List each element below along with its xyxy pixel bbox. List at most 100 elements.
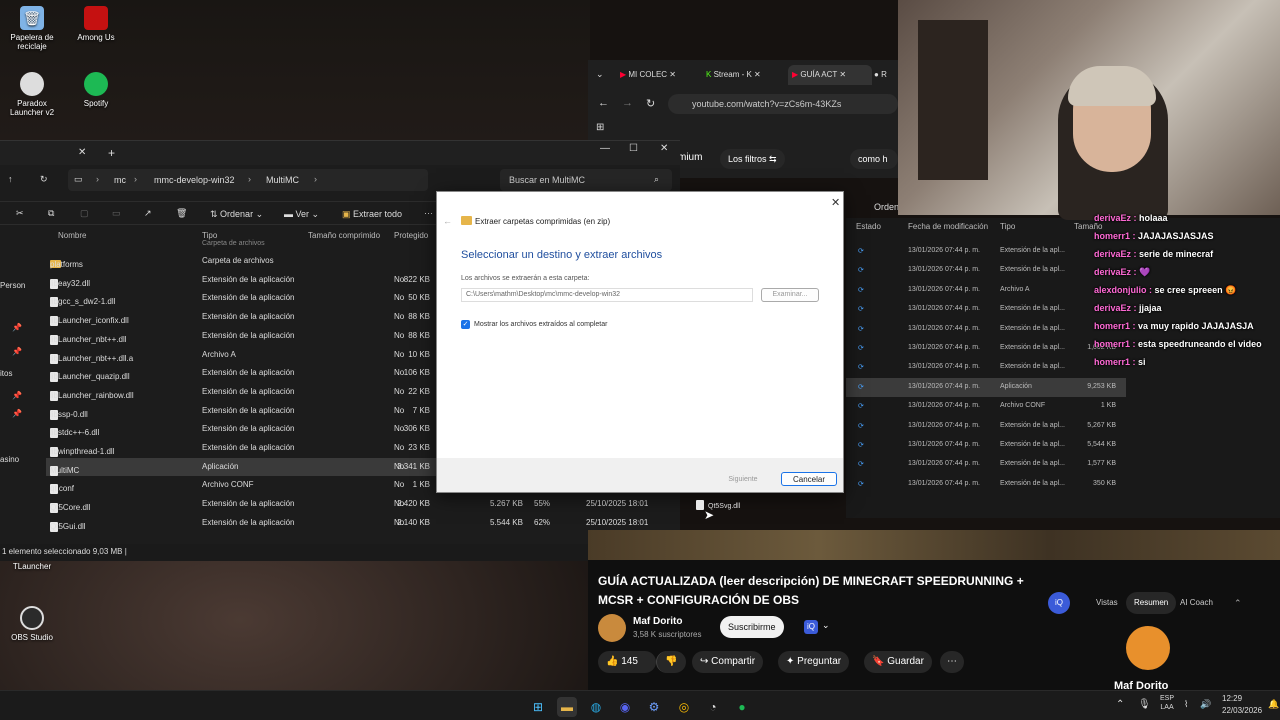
chevron-down-icon[interactable]: ⌄ [822, 620, 830, 631]
rename-icon[interactable]: ▭ [112, 208, 121, 219]
desktop-icon-among-us[interactable]: Among Us [66, 6, 126, 42]
share-button[interactable]: ↪ Compartir [692, 651, 764, 673]
more-button[interactable]: ··· [424, 208, 433, 218]
breadcrumb[interactable]: ▭ › mc › mmc-develop-win32 › MultiMC › [68, 169, 428, 191]
desktop-icon-recycle-bin[interactable]: 🗑 Papelera de reciclaje [2, 6, 62, 51]
table-row[interactable]: ⟳ 13/01/2026 07:44 p. m. Extensión de la a… [846, 475, 1126, 494]
chat-username[interactable]: derivaEz : [1094, 213, 1137, 223]
browser-tab-active[interactable]: ▶ GUÍA ACT ✕ [788, 65, 872, 85]
col-status[interactable]: Estado [856, 222, 881, 231]
copy-icon[interactable]: ⧉ [48, 208, 54, 219]
cut-icon[interactable]: ✂ [16, 208, 24, 219]
spotify-taskbar-icon[interactable]: ● [732, 697, 752, 717]
trailing-file-row[interactable]: Qt5Svg.dll [696, 500, 740, 510]
steam-icon[interactable]: ◍ [586, 697, 606, 717]
notification-icon[interactable]: 🔔 [1268, 699, 1279, 710]
browser-tab[interactable]: K Stream - K ✕ [706, 65, 786, 85]
next-button[interactable]: Siguiente [715, 472, 771, 486]
discord-icon[interactable]: ◉ [615, 697, 635, 717]
table-row[interactable]: ⟳ 13/01/2026 07:44 p. m. Extensión de la a… [846, 455, 1126, 474]
table-row[interactable]: ⟳ 13/01/2026 07:44 p. m. Extensión de la a… [846, 417, 1126, 436]
chat-username[interactable]: homerr1 : [1094, 321, 1136, 331]
tray-chevron-icon[interactable]: ⌃ [1116, 699, 1124, 710]
minimize-icon[interactable]: — [600, 143, 610, 154]
side-tab[interactable]: AI Coach [1172, 592, 1221, 614]
microphone-icon[interactable]: 🎙 [1138, 699, 1151, 710]
table-row[interactable]: ⟳ 13/01/2026 07:44 p. m. Extensión de la a… [846, 300, 1126, 319]
destination-field[interactable]: C:\Users\mathm\Desktop\mc\mmc-develop-wi… [461, 288, 753, 302]
table-row[interactable]: ⟳ 13/01/2026 07:44 p. m. Extensión de la a… [846, 242, 1126, 261]
dialog-back-icon[interactable]: ← [443, 216, 452, 226]
col-compressed[interactable]: Tamaño comprimido [308, 231, 380, 240]
col-type[interactable]: Tipo [1000, 222, 1015, 231]
refresh-icon[interactable]: ↻ [40, 174, 48, 185]
table-row[interactable]: ⟳ 13/01/2026 07:44 p. m. Archivo CONF 1 KB [846, 397, 1126, 416]
save-button[interactable]: 🔖 Guardar [864, 651, 932, 673]
nav-pane-label[interactable]: Person [0, 281, 25, 290]
desktop-icon-tlauncher[interactable]: TLauncher [2, 562, 62, 571]
channel-avatar[interactable] [598, 614, 626, 642]
table-row[interactable]: ⟳ 13/01/2026 07:44 p. m. Extensión de la a… [846, 261, 1126, 280]
chevron-up-icon[interactable]: ⌃ [1234, 598, 1242, 609]
paste-icon[interactable]: ▢ [80, 208, 89, 219]
url-bar[interactable]: youtube.com/watch?v=zCs6m-43KZs [668, 94, 898, 114]
maximize-icon[interactable]: ☐ [629, 143, 638, 154]
filter-chip[interactable]: como h [850, 149, 898, 169]
nav-pane-label[interactable]: itos [0, 369, 12, 378]
search-input[interactable]: Buscar en MultiMC ⌕ [500, 169, 672, 191]
table-row[interactable]: ⟳ 13/01/2026 07:44 p. m. Extensión de la a… [846, 436, 1126, 455]
channel-name[interactable]: Maf Dorito [633, 616, 682, 627]
extension-icon[interactable]: iQ [1048, 592, 1070, 614]
delete-icon[interactable]: 🗑 [176, 208, 187, 219]
up-icon[interactable]: ↑ [8, 174, 13, 184]
share-icon[interactable]: ↗ [144, 208, 152, 219]
clock-time[interactable]: 12:29 [1222, 694, 1242, 703]
more-actions-button[interactable]: ⋯ [940, 651, 964, 673]
show-files-checkbox[interactable]: ✓ [461, 320, 470, 329]
col-type[interactable]: Tipo [202, 231, 217, 240]
sort-button[interactable]: ⇅ Ordenar ⌄ [210, 209, 263, 220]
tab-list-chevron-icon[interactable]: ⌄ [596, 69, 604, 80]
extract-all-button[interactable]: ▣ Extraer todo [342, 209, 402, 220]
col-date[interactable]: Fecha de modificación [908, 222, 988, 231]
table-row[interactable]: ⟳ 13/01/2026 07:44 p. m. Extensión de la a… [846, 358, 1126, 377]
chat-username[interactable]: derivaEz : [1094, 249, 1137, 259]
file-explorer-icon[interactable]: ▬ [557, 697, 577, 717]
chat-username[interactable]: homerr1 : [1094, 357, 1136, 367]
chat-username[interactable]: derivaEz : [1094, 267, 1137, 277]
table-row[interactable]: ⟳ 13/01/2026 07:44 p. m. Archivo A [846, 281, 1126, 300]
browse-button[interactable]: Examinar... [761, 288, 819, 302]
like-button[interactable]: 👍 145 [598, 651, 656, 673]
chat-username[interactable]: homerr1 : [1094, 339, 1136, 349]
cancel-button[interactable]: Cancelar [781, 472, 837, 486]
close-window-icon[interactable]: ✕ [660, 143, 668, 154]
network-icon[interactable]: ⌇ [1184, 699, 1188, 710]
clock-date[interactable]: 22/03/2026 [1222, 706, 1262, 715]
reload-icon[interactable]: ↻ [646, 97, 655, 110]
chrome-icon[interactable]: ◎ [674, 697, 694, 717]
table-row[interactable]: ⟳ 13/01/2026 07:44 p. m. Extensión de la a… [846, 339, 1126, 358]
table-row[interactable]: Qt5Gui.dll Extensión de la aplicación 2.14… [46, 514, 676, 532]
desktop-icon-paradox[interactable]: Paradox Launcher v2 [2, 72, 62, 117]
volume-icon[interactable]: 🔊 [1200, 699, 1211, 710]
breadcrumb-item[interactable]: MultiMC [266, 175, 299, 185]
side-tab-active[interactable]: Resumen [1126, 592, 1177, 614]
back-icon[interactable]: ← [598, 97, 609, 109]
chat-username[interactable]: alexdonjulio : [1094, 285, 1152, 295]
forward-icon[interactable]: → [622, 97, 633, 109]
browser-tab[interactable]: ▶ MI COLEC ✕ [620, 65, 700, 85]
table-row[interactable]: ⟳ 13/01/2026 07:44 p. m. Extensión de la a… [846, 320, 1126, 339]
obs-taskbar-icon[interactable]: ◔ [703, 697, 723, 717]
desktop-icon-spotify[interactable]: Spotify [66, 72, 126, 108]
settings-icon[interactable]: ⚙ [644, 697, 664, 717]
filter-chip[interactable]: mium [678, 152, 702, 163]
side-tab[interactable]: Vistas [1088, 592, 1126, 614]
chat-username[interactable]: derivaEz : [1094, 303, 1137, 313]
table-row[interactable]: ⟳ 13/01/2026 07:44 p. m. Aplicación 9,253 K… [846, 377, 1126, 397]
language-indicator[interactable]: ESP LAA [1160, 694, 1174, 712]
start-icon[interactable]: ⊞ [528, 697, 548, 717]
breadcrumb-item[interactable]: mc [114, 175, 126, 185]
browser-tab[interactable]: ● R [874, 65, 898, 85]
ask-button[interactable]: ✦ Preguntar [778, 651, 850, 673]
subscribe-button[interactable]: Suscribirme [720, 616, 784, 638]
